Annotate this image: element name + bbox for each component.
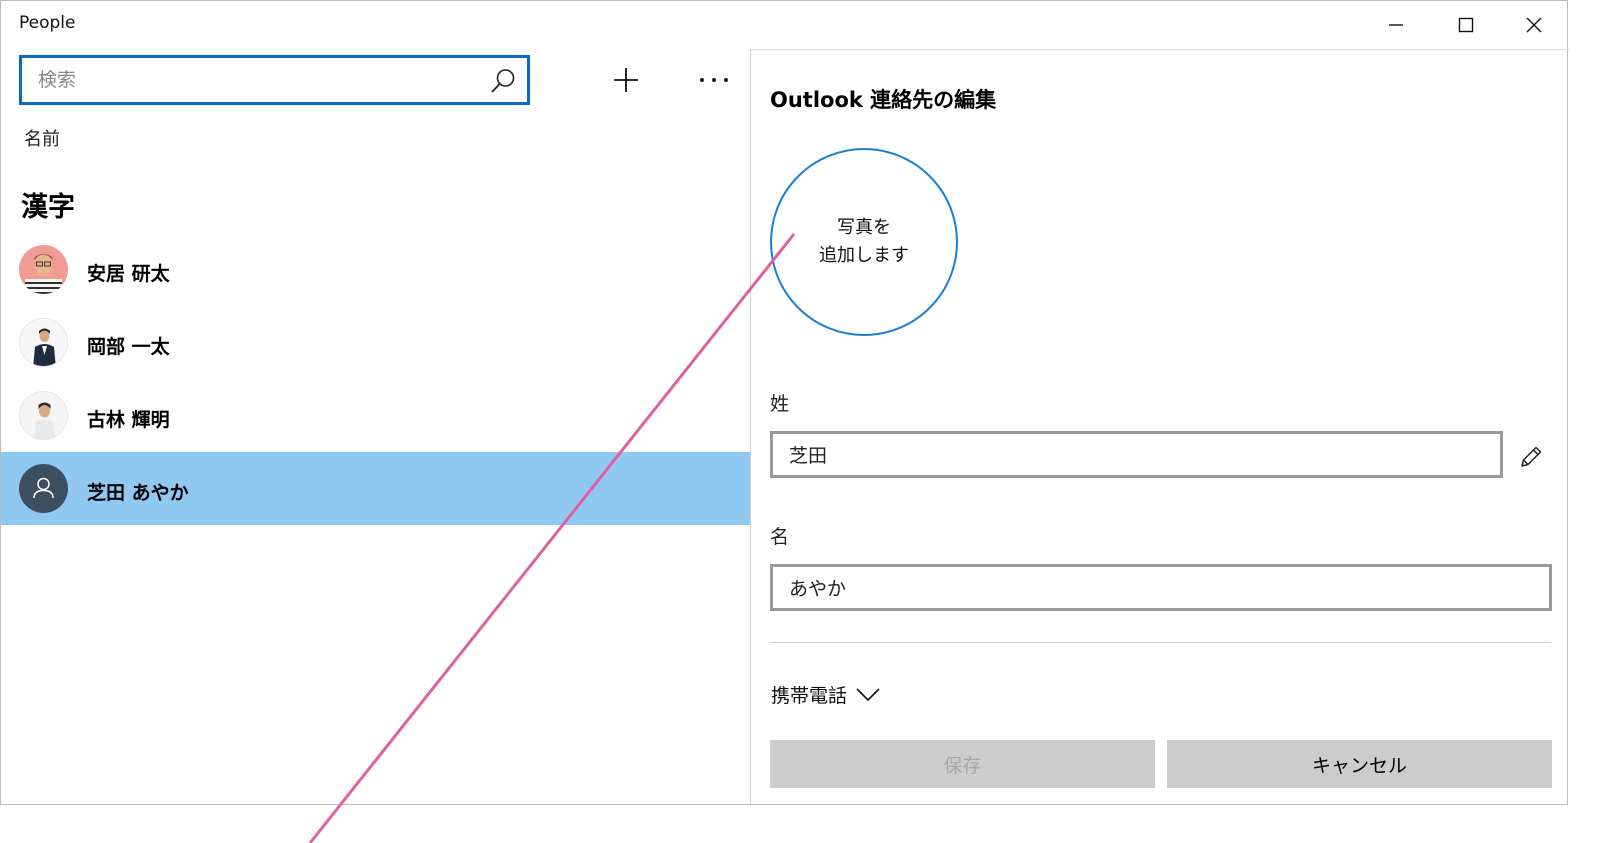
avatar-photo-icon: [19, 245, 68, 294]
contact-item[interactable]: 古林 輝明: [1, 379, 750, 452]
people-window: People 名前: [0, 0, 1569, 806]
first-name-field[interactable]: [773, 567, 1549, 608]
contact-name: 芝田 あやか: [87, 482, 189, 504]
add-photo-button[interactable]: 写真を 追加します: [770, 148, 958, 336]
more-icon: [700, 78, 728, 82]
edit-contact-title: Outlook 連絡先の編集: [770, 88, 997, 112]
maximize-icon: [1458, 17, 1474, 33]
contact-name: 岡部 一太: [87, 336, 170, 358]
contact-list: 安居 研太 岡部 一太 古林 輝明 芝田 あやか: [1, 233, 750, 525]
first-name-field-box[interactable]: [770, 564, 1552, 611]
minimize-icon: [1389, 24, 1403, 26]
close-icon: [1526, 17, 1542, 33]
add-contact-button[interactable]: [603, 57, 649, 103]
contact-list-pane: 名前 漢字 安居 研太: [1, 49, 750, 806]
contact-name: 古林 輝明: [87, 409, 170, 431]
last-name-field-box[interactable]: [770, 431, 1503, 478]
contact-item[interactable]: 岡部 一太: [1, 306, 750, 379]
add-photo-label-line1: 写真を: [837, 217, 891, 238]
last-name-label: 姓: [770, 393, 790, 415]
mobile-phone-dropdown[interactable]: 携帯電話: [771, 679, 881, 709]
chevron-down-icon: [856, 688, 880, 702]
search-box[interactable]: [19, 55, 530, 105]
title-bar: People: [1, 1, 1567, 49]
avatar: [19, 391, 68, 440]
search-input[interactable]: [22, 58, 482, 102]
group-header-kanji[interactable]: 漢字: [21, 185, 75, 224]
minimize-button[interactable]: [1361, 1, 1431, 49]
edit-name-button[interactable]: [1513, 439, 1549, 475]
search-icon[interactable]: [489, 67, 517, 95]
maximize-button[interactable]: [1431, 1, 1501, 49]
mobile-phone-label: 携帯電話: [771, 684, 848, 707]
cancel-button[interactable]: キャンセル: [1167, 740, 1552, 788]
first-name-label: 名: [770, 526, 790, 548]
app-title: People: [19, 13, 76, 33]
pencil-icon: [1521, 446, 1542, 467]
avatar-photo-icon: [20, 319, 67, 366]
person-icon: [33, 477, 54, 499]
avatar-photo-icon: [20, 392, 67, 439]
contact-name: 安居 研太: [87, 263, 170, 285]
edit-contact-pane: Outlook 連絡先の編集 写真を 追加します 姓 名 携帯電話: [751, 49, 1569, 806]
avatar: [19, 318, 68, 367]
section-divider: [770, 642, 1551, 643]
add-photo-label-line2: 追加します: [819, 245, 909, 266]
save-button[interactable]: 保存: [770, 740, 1155, 788]
contact-item[interactable]: 安居 研太: [1, 233, 750, 306]
sort-by-name-label[interactable]: 名前: [24, 125, 60, 151]
contact-item-selected[interactable]: 芝田 あやか: [1, 452, 750, 525]
avatar: [19, 245, 68, 294]
plus-icon: [614, 68, 638, 92]
more-options-button[interactable]: [691, 57, 737, 103]
close-button[interactable]: [1499, 1, 1569, 49]
last-name-field[interactable]: [773, 434, 1500, 475]
avatar: [19, 464, 68, 513]
